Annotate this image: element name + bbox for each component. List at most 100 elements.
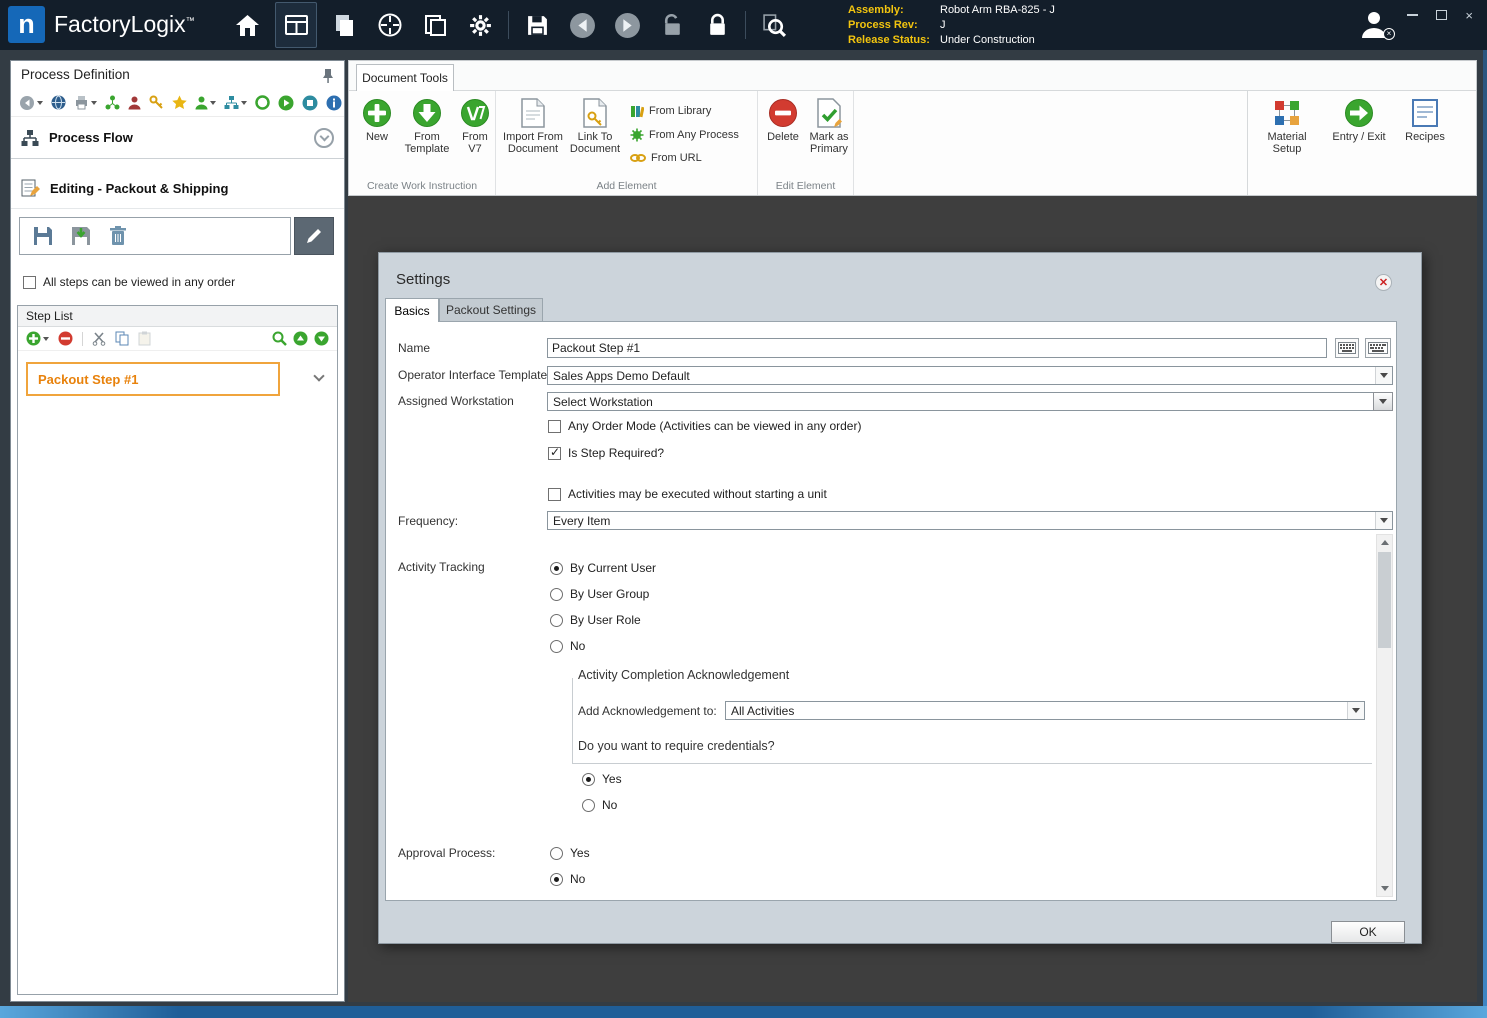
production-docs-button[interactable]: [328, 4, 362, 46]
save-button[interactable]: [520, 4, 554, 46]
radio[interactable]: [550, 613, 563, 627]
delete-process-button[interactable]: [108, 225, 128, 247]
home-button[interactable]: [230, 4, 264, 46]
tab-basics[interactable]: Basics: [385, 298, 439, 322]
save-process-button[interactable]: [32, 225, 54, 247]
cut-step-button[interactable]: [92, 331, 106, 346]
dialog-scrollbar[interactable]: [1376, 534, 1393, 897]
keyboard-icon[interactable]: [1335, 338, 1359, 358]
undo-button[interactable]: [565, 4, 599, 46]
any-order-row[interactable]: All steps can be viewed in any order: [23, 275, 235, 289]
star-button[interactable]: [172, 95, 187, 110]
touch-keyboard-icon[interactable]: [1365, 338, 1391, 358]
any-order-mode-row[interactable]: Any Order Mode (Activities can be viewed…: [548, 419, 861, 433]
ring-button[interactable]: [255, 95, 270, 110]
recipes-button[interactable]: Recipes: [1400, 98, 1450, 143]
minimize-button[interactable]: [1407, 14, 1419, 16]
is-step-required-checkbox[interactable]: [548, 445, 561, 460]
radio[interactable]: [582, 798, 595, 812]
any-order-mode-checkbox[interactable]: [548, 419, 561, 433]
process-definition-button[interactable]: [275, 2, 317, 48]
move-step-down-button[interactable]: [314, 331, 329, 346]
globe-button[interactable]: [51, 95, 66, 110]
approval-yes-radio[interactable]: Yes: [550, 846, 590, 860]
step-expand-chevron-icon[interactable]: [313, 370, 325, 382]
import-from-document-button[interactable]: Import From Document: [502, 98, 564, 155]
dialog-close-button[interactable]: ✕: [1375, 274, 1392, 291]
user-account-button[interactable]: ×: [1358, 8, 1395, 42]
from-template-button[interactable]: From Template: [399, 98, 455, 155]
entry-exit-button[interactable]: Entry / Exit: [1328, 98, 1390, 143]
tree-button[interactable]: [224, 95, 247, 110]
radio-selected[interactable]: [550, 872, 563, 886]
redo-button[interactable]: [610, 4, 644, 46]
documents-button[interactable]: [418, 4, 452, 46]
remove-step-button[interactable]: [58, 331, 73, 346]
navigator-button[interactable]: [373, 4, 407, 46]
tracking-no-radio[interactable]: No: [550, 639, 585, 653]
assigned-workstation-select[interactable]: Select Workstation: [547, 392, 1393, 411]
chevron-down-icon[interactable]: [1373, 392, 1393, 411]
maximize-button[interactable]: [1436, 10, 1448, 20]
import-process-button[interactable]: [70, 225, 92, 247]
copy-step-button[interactable]: [115, 331, 129, 346]
from-url-button[interactable]: From URL: [630, 152, 702, 164]
compare-button[interactable]: [105, 95, 120, 110]
pin-icon[interactable]: [322, 68, 334, 84]
new-button[interactable]: New: [357, 98, 397, 143]
radio-selected[interactable]: [550, 561, 563, 575]
user-green-button[interactable]: [195, 96, 216, 110]
info-button[interactable]: [326, 95, 342, 111]
approval-no-radio[interactable]: No: [550, 872, 585, 886]
radio[interactable]: [550, 639, 563, 653]
process-flow-row[interactable]: Process Flow: [11, 117, 344, 159]
tracking-by-user-role-radio[interactable]: By User Role: [550, 613, 641, 627]
operator-interface-template-select[interactable]: Sales Apps Demo Default: [547, 366, 1393, 385]
scroll-up-button[interactable]: [1377, 535, 1392, 550]
scroll-down-button[interactable]: [1377, 881, 1392, 896]
step-list-item-selected[interactable]: Packout Step #1: [26, 362, 280, 396]
ok-button[interactable]: OK: [1331, 921, 1405, 943]
activities-without-unit-row[interactable]: Activities may be executed without start…: [548, 487, 827, 501]
from-library-button[interactable]: From Library: [630, 104, 711, 118]
paste-step-button[interactable]: [138, 331, 151, 346]
add-acknowledgement-select[interactable]: All Activities: [725, 701, 1365, 720]
close-button[interactable]: ×: [1465, 8, 1473, 23]
lock-button[interactable]: [700, 4, 734, 46]
key-button[interactable]: [149, 95, 164, 110]
name-input[interactable]: [547, 338, 1327, 358]
frequency-select[interactable]: Every Item: [547, 511, 1393, 530]
any-order-checkbox[interactable]: [23, 275, 36, 289]
stop-button[interactable]: [302, 95, 318, 111]
collapse-button[interactable]: [314, 127, 334, 148]
tracking-by-current-user-radio[interactable]: By Current User: [550, 561, 656, 575]
from-v7-button[interactable]: From V7: [457, 98, 493, 155]
credentials-no-radio[interactable]: No: [582, 798, 617, 812]
start-button[interactable]: [278, 95, 294, 111]
scrollbar-thumb[interactable]: [1378, 552, 1391, 648]
radio-selected[interactable]: [582, 772, 595, 786]
radio[interactable]: [550, 587, 563, 601]
is-step-required-row[interactable]: Is Step Required?: [548, 445, 664, 460]
nav-back-button[interactable]: [19, 95, 43, 111]
tab-document-tools[interactable]: Document Tools: [356, 64, 454, 91]
user-red-button[interactable]: [128, 96, 141, 110]
material-setup-button[interactable]: Material Setup: [1258, 98, 1316, 155]
credentials-yes-radio[interactable]: Yes: [582, 772, 622, 786]
find-step-button[interactable]: [272, 331, 287, 346]
add-step-button[interactable]: [26, 331, 49, 346]
from-any-process-button[interactable]: From Any Process: [630, 128, 739, 142]
activities-without-unit-checkbox[interactable]: [548, 487, 561, 501]
delete-element-button[interactable]: Delete: [762, 98, 804, 143]
move-step-up-button[interactable]: [293, 331, 308, 346]
radio[interactable]: [550, 846, 563, 860]
tracking-by-user-group-radio[interactable]: By User Group: [550, 587, 649, 601]
print-button[interactable]: [74, 95, 97, 110]
edit-mode-toggle-button[interactable]: [294, 217, 334, 255]
mark-as-primary-button[interactable]: Mark as Primary: [806, 98, 852, 155]
tab-packout-settings[interactable]: Packout Settings: [439, 298, 543, 321]
audit-search-button[interactable]: [757, 4, 791, 46]
link-to-document-button[interactable]: Link To Document: [568, 98, 622, 155]
unlock-button[interactable]: [655, 4, 689, 46]
settings-gear-button[interactable]: [463, 4, 497, 46]
